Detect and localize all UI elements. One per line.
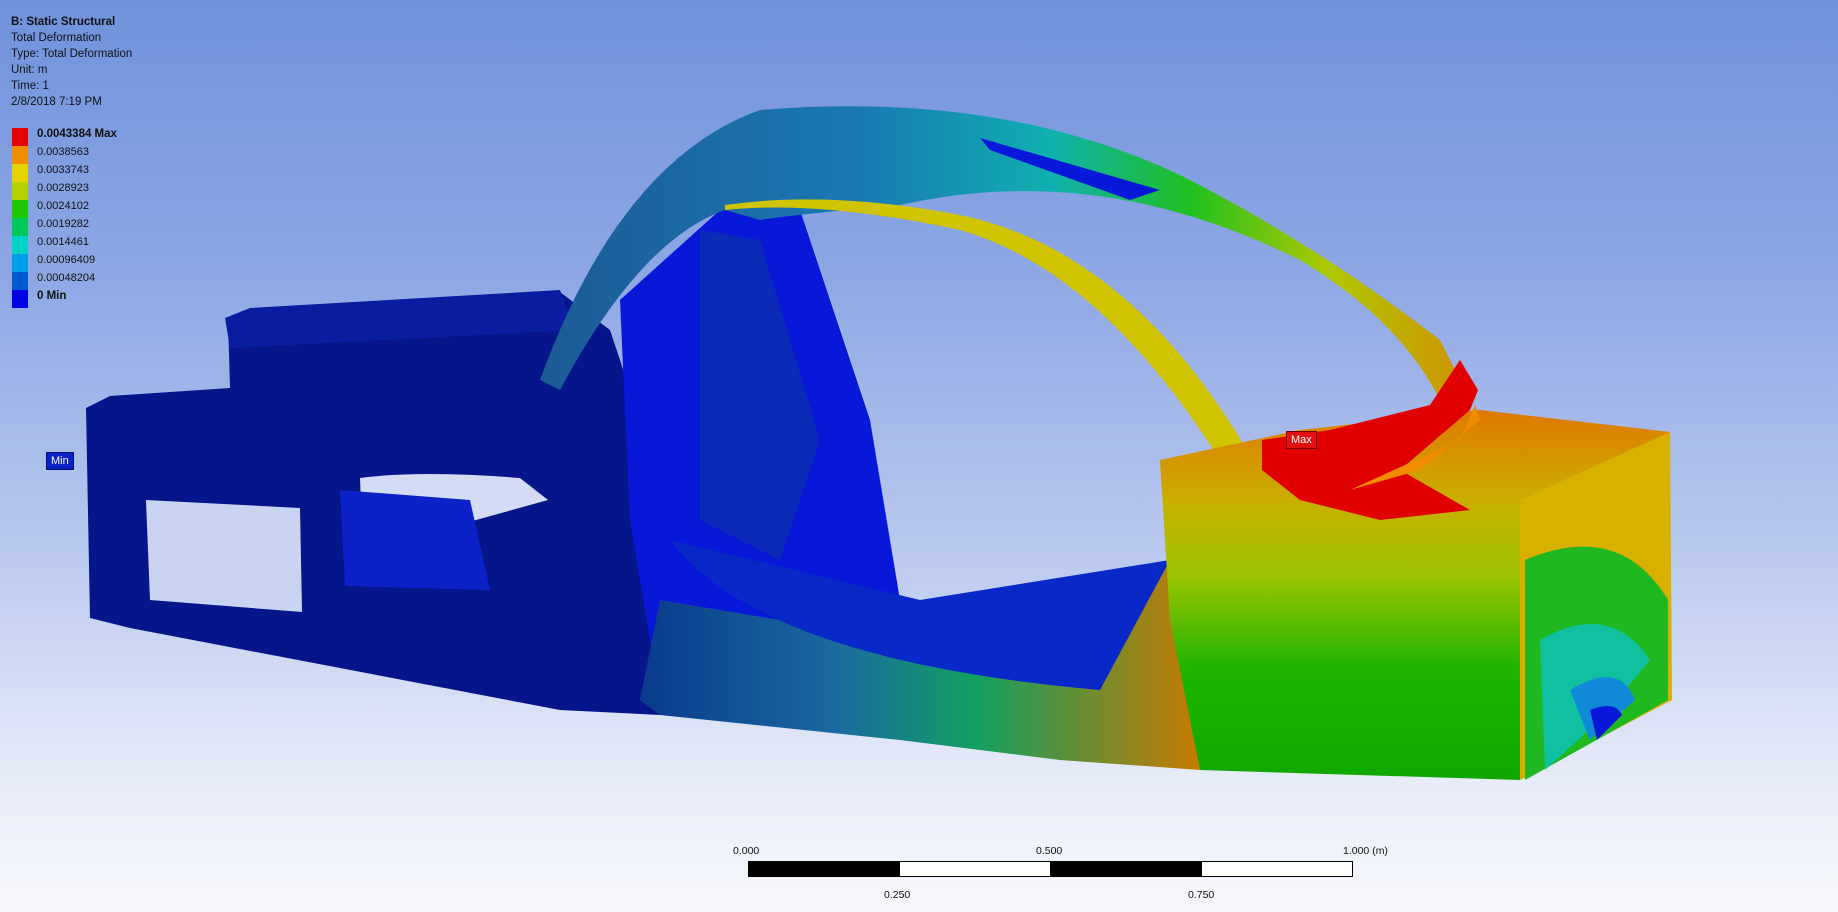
scale-tick-0: 0.000 [733,845,760,857]
rear-inner-frame [340,490,490,590]
scale-segment-4 [1201,861,1353,877]
max-probe-label[interactable]: Max [1286,431,1317,449]
scale-tick-1: 1.000 (m) [1343,845,1388,857]
min-probe-label[interactable]: Min [46,452,74,470]
scale-tick-0-75: 0.750 [1188,889,1215,901]
scale-segment-1 [748,861,900,877]
scale-bar: 0.000 0.500 1.000 (m) 0.250 0.750 [733,845,1388,901]
scale-segment-2 [899,861,1051,877]
scale-tick-0-5: 0.500 [1036,845,1063,857]
rear-cutout-lower [146,500,302,612]
deformation-contour-model[interactable] [0,0,1838,912]
scale-segment-3 [1050,861,1202,877]
scale-tick-0-25: 0.250 [884,889,911,901]
